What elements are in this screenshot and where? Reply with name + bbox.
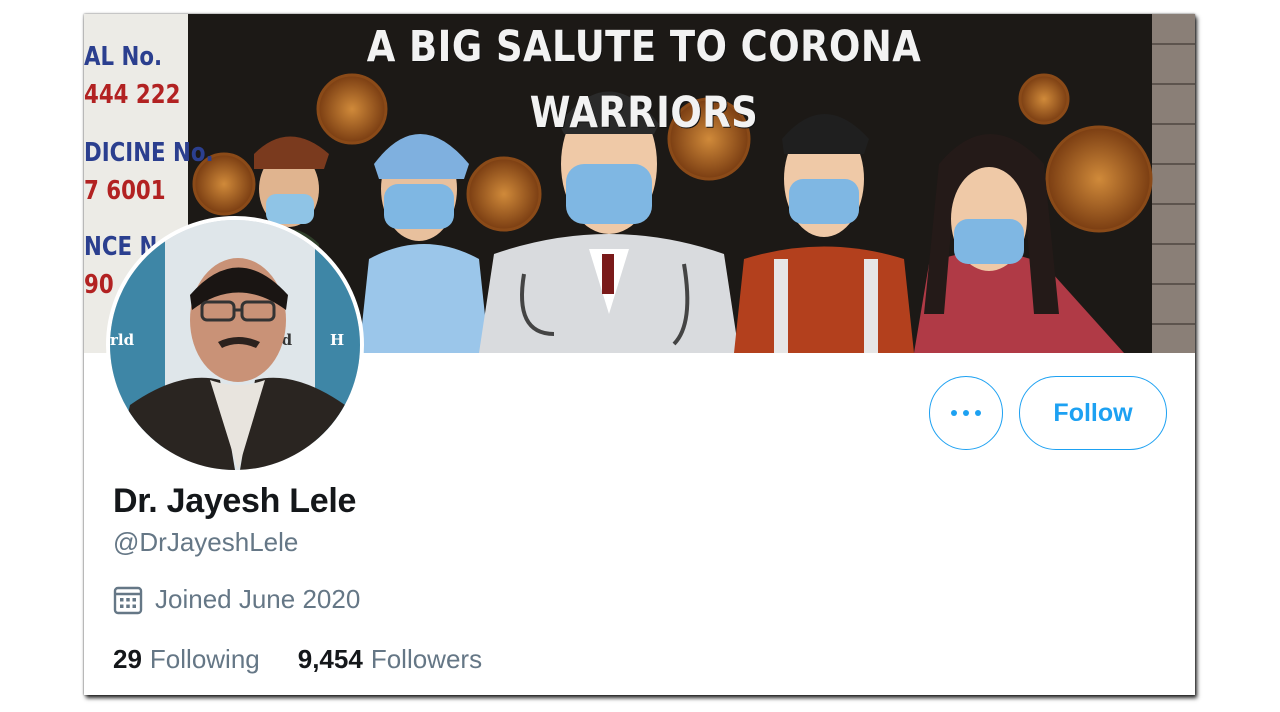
avatar[interactable]: rld orld H — [106, 216, 364, 474]
following-link[interactable]: 29 Following — [113, 644, 260, 675]
display-name: Dr. Jayesh Lele — [113, 482, 357, 520]
avatar-backdrop-text: rld — [110, 331, 135, 349]
profile-card: AL No. 444 222 DICINE No. 7 6001 NCE N 9… — [84, 14, 1195, 695]
user-handle: @DrJayeshLele — [113, 527, 299, 557]
more-options-button[interactable] — [929, 376, 1003, 450]
follow-button[interactable]: Follow — [1019, 376, 1167, 450]
notice-line: 444 222 — [84, 80, 181, 110]
notice-line: DICINE No. — [84, 138, 214, 168]
followers-link[interactable]: 9,454 Followers — [298, 644, 482, 675]
followers-count: 9,454 — [297, 644, 363, 674]
more-horizontal-icon — [951, 410, 981, 416]
profile-stats: 29 Following 9,454 Followers — [113, 644, 482, 675]
joined-text: Joined June 2020 — [155, 584, 361, 614]
calendar-icon — [113, 586, 143, 614]
following-count: 29 — [113, 644, 142, 674]
avatar-backdrop-text: H — [330, 331, 344, 349]
notice-line: 90 — [84, 270, 114, 300]
notice-line: 7 6001 — [84, 176, 166, 206]
banner-headline: A BIG SALUTE TO CORONA WARRIORS — [366, 22, 922, 138]
joined-date: Joined June 2020 — [113, 584, 360, 615]
following-label: Following — [149, 644, 260, 674]
avatar-photo: rld orld H — [110, 220, 360, 470]
notice-line: AL No. — [84, 42, 163, 72]
followers-label: Followers — [370, 644, 483, 674]
